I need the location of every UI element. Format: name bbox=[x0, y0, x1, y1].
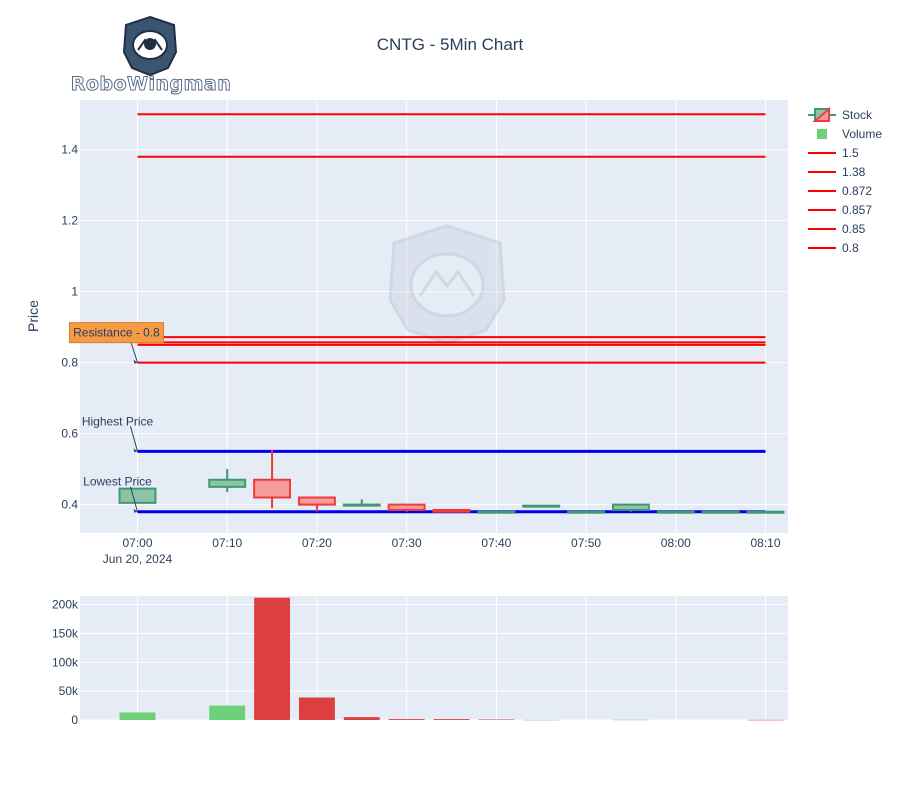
volume-bar bbox=[209, 705, 246, 720]
volume-bar bbox=[254, 597, 291, 720]
legend: Stock Volume 1.5 1.38 0.872 0.857 0.85 0.8 bbox=[808, 106, 882, 255]
candle-body bbox=[432, 508, 471, 513]
legend-volume-icon bbox=[817, 129, 827, 139]
chart-title: CNTG - 5Min Chart bbox=[377, 35, 524, 54]
legend-label: 0.872 bbox=[842, 184, 872, 198]
logo-text: RoboWingman bbox=[71, 73, 232, 95]
candle-body bbox=[118, 487, 157, 504]
legend-label: Volume bbox=[842, 127, 882, 141]
price-x-tick-label: 07:00 bbox=[122, 536, 152, 550]
price-x-ticks: 07:00 07:10 07:20 07:30 07:40 07:50 08:00 08:10 bbox=[122, 536, 780, 550]
y-axis-label: Price bbox=[25, 300, 41, 332]
candle-body bbox=[342, 503, 381, 507]
price-x-tick-label: 07:30 bbox=[392, 536, 422, 550]
watermark-helmet-icon bbox=[388, 224, 506, 345]
legend-label: 1.5 bbox=[842, 146, 859, 160]
astronaut-helmet-icon bbox=[122, 15, 178, 77]
legend-label: Stock bbox=[842, 108, 873, 122]
volume-y-tick-label: 100k bbox=[52, 655, 79, 669]
price-y-tick-label: 1 bbox=[71, 285, 78, 299]
legend-label: 0.857 bbox=[842, 203, 872, 217]
volume-bar bbox=[523, 719, 560, 721]
x-date-label: Jun 20, 2024 bbox=[103, 552, 173, 566]
legend-label: 1.38 bbox=[842, 165, 866, 179]
candle-body bbox=[297, 496, 336, 506]
candle-body bbox=[701, 510, 740, 514]
candle-body bbox=[477, 510, 516, 514]
price-y-tick-label: 1.4 bbox=[61, 143, 78, 157]
chart-figure: RoboWingman CNTG - 5Min Chart 0.4 0.6 0.8 1… bbox=[25, 15, 882, 727]
volume-y-tick-label: 150k bbox=[52, 626, 79, 640]
price-y-tick-label: 0.4 bbox=[61, 498, 78, 512]
volume-bar bbox=[433, 719, 470, 720]
price-x-tick-label: 08:10 bbox=[750, 536, 780, 550]
volume-y-tick-label: 200k bbox=[52, 598, 79, 612]
volume-y-tick-label: 0 bbox=[71, 713, 78, 727]
volume-plot-area bbox=[80, 596, 788, 720]
price-y-tick-label: 1.2 bbox=[61, 214, 78, 228]
price-x-tick-label: 08:00 bbox=[661, 536, 691, 550]
robowingman-logo: RoboWingman bbox=[70, 15, 232, 96]
candle-body bbox=[567, 510, 606, 514]
volume-bar bbox=[747, 719, 784, 721]
price-x-tick-label: 07:20 bbox=[302, 536, 332, 550]
price-x-tick-label: 07:10 bbox=[212, 536, 242, 550]
legend-label: 0.85 bbox=[842, 222, 866, 236]
volume-panel: 0 50k 100k 150k 200k bbox=[52, 596, 788, 727]
price-y-tick-label: 0.8 bbox=[61, 356, 78, 370]
candle-body bbox=[611, 503, 650, 511]
volume-bar bbox=[119, 712, 156, 720]
annotation-label: Highest Price bbox=[82, 414, 154, 428]
price-panel: 0.40.60.811.21.4 07:00 07:10 07:20 07:30 07:… bbox=[25, 100, 788, 566]
candle-body bbox=[656, 510, 695, 514]
volume-bar bbox=[298, 697, 335, 720]
price-x-tick-label: 07:40 bbox=[481, 536, 511, 550]
candle-body bbox=[387, 503, 426, 511]
candle-body bbox=[208, 478, 247, 488]
price-y-tick-label: 0.6 bbox=[61, 427, 78, 441]
candle-body bbox=[522, 504, 561, 508]
volume-y-tick-label: 50k bbox=[59, 684, 79, 698]
annotation-label: Lowest Price bbox=[83, 475, 152, 489]
volume-y-ticks: 0 50k 100k 150k 200k bbox=[52, 598, 79, 727]
candle-body bbox=[746, 510, 785, 514]
volume-bar bbox=[343, 717, 380, 720]
annotation-label: Resistance - 0.8 bbox=[73, 326, 160, 340]
volume-bar bbox=[388, 719, 425, 720]
volume-bar bbox=[478, 719, 515, 721]
price-x-tick-label: 07:50 bbox=[571, 536, 601, 550]
volume-bar bbox=[612, 719, 649, 721]
candle-body bbox=[253, 478, 292, 499]
legend-label: 0.8 bbox=[842, 241, 859, 255]
